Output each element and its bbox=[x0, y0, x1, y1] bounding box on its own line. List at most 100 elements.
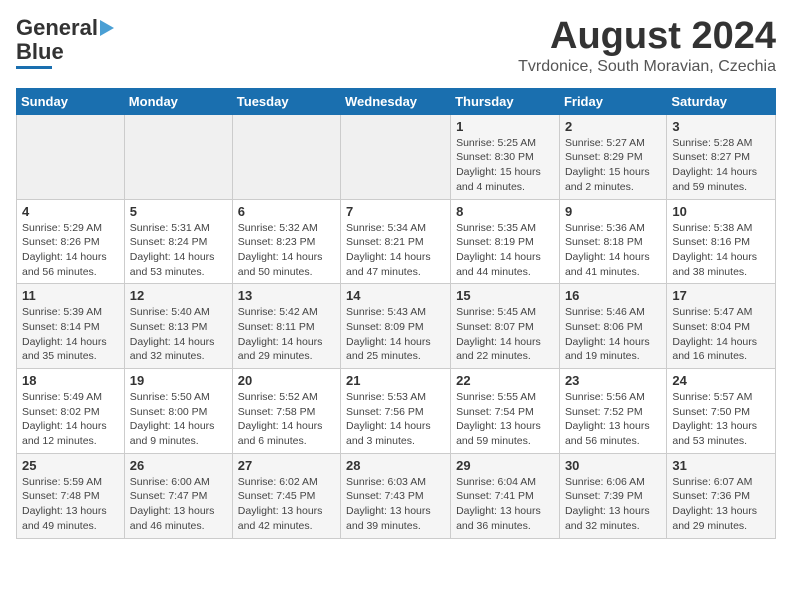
day-detail: Sunrise: 5:31 AM Sunset: 8:24 PM Dayligh… bbox=[130, 221, 227, 280]
day-detail: Sunrise: 6:03 AM Sunset: 7:43 PM Dayligh… bbox=[346, 475, 445, 534]
day-number: 19 bbox=[130, 373, 227, 388]
logo-blue: Blue bbox=[16, 40, 64, 64]
logo: General Blue bbox=[16, 16, 114, 69]
weekday-header-thursday: Thursday bbox=[451, 88, 560, 114]
day-number: 22 bbox=[456, 373, 554, 388]
weekday-header-saturday: Saturday bbox=[667, 88, 776, 114]
calendar-cell: 15 Sunrise: 5:45 AM Sunset: 8:07 PM Dayli… bbox=[451, 284, 560, 369]
day-number: 25 bbox=[22, 458, 119, 473]
calendar-cell: 19 Sunrise: 5:50 AM Sunset: 8:00 PM Dayli… bbox=[124, 369, 232, 454]
day-detail: Sunrise: 6:07 AM Sunset: 7:36 PM Dayligh… bbox=[672, 475, 770, 534]
logo-underline bbox=[16, 66, 52, 69]
logo-general: General bbox=[16, 16, 98, 40]
calendar-cell: 14 Sunrise: 5:43 AM Sunset: 8:09 PM Dayli… bbox=[341, 284, 451, 369]
calendar-cell: 6 Sunrise: 5:32 AM Sunset: 8:23 PM Daylig… bbox=[232, 199, 340, 284]
day-number: 27 bbox=[238, 458, 335, 473]
day-number: 15 bbox=[456, 288, 554, 303]
calendar-cell: 27Sunrise: 6:02 AM Sunset: 7:45 PM Dayli… bbox=[232, 453, 340, 538]
day-number: 6 bbox=[238, 204, 335, 219]
calendar-cell bbox=[17, 114, 125, 199]
day-detail: Sunrise: 5:36 AM Sunset: 8:18 PM Dayligh… bbox=[565, 221, 661, 280]
calendar-cell bbox=[232, 114, 340, 199]
day-detail: Sunrise: 6:04 AM Sunset: 7:41 PM Dayligh… bbox=[456, 475, 554, 534]
day-number: 23 bbox=[565, 373, 661, 388]
day-number: 12 bbox=[130, 288, 227, 303]
day-detail: Sunrise: 5:52 AM Sunset: 7:58 PM Dayligh… bbox=[238, 390, 335, 449]
day-number: 5 bbox=[130, 204, 227, 219]
day-detail: Sunrise: 6:00 AM Sunset: 7:47 PM Dayligh… bbox=[130, 475, 227, 534]
calendar-cell: 8Sunrise: 5:35 AM Sunset: 8:19 PM Daylig… bbox=[451, 199, 560, 284]
day-detail: Sunrise: 5:47 AM Sunset: 8:04 PM Dayligh… bbox=[672, 305, 770, 364]
week-row-1: 1Sunrise: 5:25 AM Sunset: 8:30 PM Daylig… bbox=[17, 114, 776, 199]
weekday-header-sunday: Sunday bbox=[17, 88, 125, 114]
day-detail: Sunrise: 5:49 AM Sunset: 8:02 PM Dayligh… bbox=[22, 390, 119, 449]
title-section: August 2024 Tvrdonice, South Moravian, C… bbox=[518, 16, 776, 76]
week-row-2: 4 Sunrise: 5:29 AM Sunset: 8:26 PM Daylig… bbox=[17, 199, 776, 284]
calendar-cell: 1Sunrise: 5:25 AM Sunset: 8:30 PM Daylig… bbox=[451, 114, 560, 199]
calendar-cell: 24 Sunrise: 5:57 AM Sunset: 7:50 PM Dayli… bbox=[667, 369, 776, 454]
day-detail: Sunrise: 5:42 AM Sunset: 8:11 PM Dayligh… bbox=[238, 305, 335, 364]
day-number: 30 bbox=[565, 458, 661, 473]
calendar-cell: 16 Sunrise: 5:46 AM Sunset: 8:06 PM Dayli… bbox=[559, 284, 666, 369]
day-detail: Sunrise: 5:56 AM Sunset: 7:52 PM Dayligh… bbox=[565, 390, 661, 449]
week-row-5: 25 Sunrise: 5:59 AM Sunset: 7:48 PM Dayli… bbox=[17, 453, 776, 538]
calendar-cell: 30 Sunrise: 6:06 AM Sunset: 7:39 PM Dayli… bbox=[559, 453, 666, 538]
day-detail: Sunrise: 5:34 AM Sunset: 8:21 PM Dayligh… bbox=[346, 221, 445, 280]
calendar-subtitle: Tvrdonice, South Moravian, Czechia bbox=[518, 58, 776, 76]
weekday-header-wednesday: Wednesday bbox=[341, 88, 451, 114]
day-detail: Sunrise: 5:29 AM Sunset: 8:26 PM Dayligh… bbox=[22, 221, 119, 280]
weekday-header-monday: Monday bbox=[124, 88, 232, 114]
calendar-table: SundayMondayTuesdayWednesdayThursdayFrid… bbox=[16, 88, 776, 539]
calendar-cell: 11 Sunrise: 5:39 AM Sunset: 8:14 PM Dayli… bbox=[17, 284, 125, 369]
calendar-cell: 25 Sunrise: 5:59 AM Sunset: 7:48 PM Dayli… bbox=[17, 453, 125, 538]
calendar-cell: 9 Sunrise: 5:36 AM Sunset: 8:18 PM Daylig… bbox=[559, 199, 666, 284]
calendar-cell: 7 Sunrise: 5:34 AM Sunset: 8:21 PM Daylig… bbox=[341, 199, 451, 284]
day-number: 9 bbox=[565, 204, 661, 219]
day-number: 7 bbox=[346, 204, 445, 219]
day-number: 26 bbox=[130, 458, 227, 473]
day-detail: Sunrise: 5:50 AM Sunset: 8:00 PM Dayligh… bbox=[130, 390, 227, 449]
day-number: 11 bbox=[22, 288, 119, 303]
day-number: 21 bbox=[346, 373, 445, 388]
day-number: 1 bbox=[456, 119, 554, 134]
calendar-cell: 3 Sunrise: 5:28 AM Sunset: 8:27 PM Daylig… bbox=[667, 114, 776, 199]
day-number: 4 bbox=[22, 204, 119, 219]
calendar-cell: 13Sunrise: 5:42 AM Sunset: 8:11 PM Dayli… bbox=[232, 284, 340, 369]
day-detail: Sunrise: 5:39 AM Sunset: 8:14 PM Dayligh… bbox=[22, 305, 119, 364]
logo-arrow-icon bbox=[100, 20, 114, 36]
calendar-cell: 28 Sunrise: 6:03 AM Sunset: 7:43 PM Dayli… bbox=[341, 453, 451, 538]
calendar-cell: 10 Sunrise: 5:38 AM Sunset: 8:16 PM Dayli… bbox=[667, 199, 776, 284]
day-detail: Sunrise: 5:59 AM Sunset: 7:48 PM Dayligh… bbox=[22, 475, 119, 534]
weekday-header-tuesday: Tuesday bbox=[232, 88, 340, 114]
calendar-cell: 31Sunrise: 6:07 AM Sunset: 7:36 PM Dayli… bbox=[667, 453, 776, 538]
day-number: 28 bbox=[346, 458, 445, 473]
week-row-3: 11 Sunrise: 5:39 AM Sunset: 8:14 PM Dayli… bbox=[17, 284, 776, 369]
day-number: 10 bbox=[672, 204, 770, 219]
day-number: 3 bbox=[672, 119, 770, 134]
day-number: 14 bbox=[346, 288, 445, 303]
day-number: 16 bbox=[565, 288, 661, 303]
day-detail: Sunrise: 6:06 AM Sunset: 7:39 PM Dayligh… bbox=[565, 475, 661, 534]
calendar-cell: 21Sunrise: 5:53 AM Sunset: 7:56 PM Dayli… bbox=[341, 369, 451, 454]
day-detail: Sunrise: 5:46 AM Sunset: 8:06 PM Dayligh… bbox=[565, 305, 661, 364]
calendar-cell: 12Sunrise: 5:40 AM Sunset: 8:13 PM Dayli… bbox=[124, 284, 232, 369]
calendar-cell: 29 Sunrise: 6:04 AM Sunset: 7:41 PM Dayli… bbox=[451, 453, 560, 538]
day-number: 8 bbox=[456, 204, 554, 219]
day-detail: Sunrise: 5:28 AM Sunset: 8:27 PM Dayligh… bbox=[672, 136, 770, 195]
day-number: 29 bbox=[456, 458, 554, 473]
day-detail: Sunrise: 5:57 AM Sunset: 7:50 PM Dayligh… bbox=[672, 390, 770, 449]
calendar-cell bbox=[341, 114, 451, 199]
calendar-cell bbox=[124, 114, 232, 199]
day-number: 2 bbox=[565, 119, 661, 134]
day-number: 24 bbox=[672, 373, 770, 388]
day-detail: Sunrise: 5:45 AM Sunset: 8:07 PM Dayligh… bbox=[456, 305, 554, 364]
calendar-cell: 2 Sunrise: 5:27 AM Sunset: 8:29 PM Daylig… bbox=[559, 114, 666, 199]
calendar-cell: 20Sunrise: 5:52 AM Sunset: 7:58 PM Dayli… bbox=[232, 369, 340, 454]
day-detail: Sunrise: 5:38 AM Sunset: 8:16 PM Dayligh… bbox=[672, 221, 770, 280]
week-row-4: 18Sunrise: 5:49 AM Sunset: 8:02 PM Dayli… bbox=[17, 369, 776, 454]
calendar-cell: 18Sunrise: 5:49 AM Sunset: 8:02 PM Dayli… bbox=[17, 369, 125, 454]
day-detail: Sunrise: 5:32 AM Sunset: 8:23 PM Dayligh… bbox=[238, 221, 335, 280]
day-detail: Sunrise: 5:55 AM Sunset: 7:54 PM Dayligh… bbox=[456, 390, 554, 449]
day-detail: Sunrise: 5:43 AM Sunset: 8:09 PM Dayligh… bbox=[346, 305, 445, 364]
day-detail: Sunrise: 5:27 AM Sunset: 8:29 PM Dayligh… bbox=[565, 136, 661, 195]
